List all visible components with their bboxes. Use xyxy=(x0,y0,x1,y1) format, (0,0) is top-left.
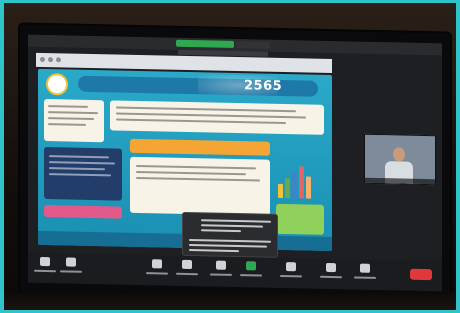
reactions-icon xyxy=(360,263,370,273)
popup-text-line xyxy=(189,239,271,243)
tv-stand xyxy=(4,292,456,310)
slide-panel xyxy=(44,204,122,219)
stop-share-button[interactable] xyxy=(236,41,270,49)
chart-bar xyxy=(278,183,283,199)
popup-text-line xyxy=(201,219,271,223)
slide-panel xyxy=(110,100,324,135)
participant-head xyxy=(393,147,405,162)
participant-video[interactable] xyxy=(364,133,436,186)
toolbar-label xyxy=(240,274,262,277)
microphone-icon xyxy=(40,256,50,267)
browser-dot xyxy=(56,57,61,63)
slide-panel xyxy=(130,138,270,156)
popup-text-line xyxy=(201,229,241,233)
slide-panel xyxy=(130,156,270,216)
chat-notification-popup[interactable] xyxy=(182,211,278,258)
toolbar-label xyxy=(320,275,342,279)
chart-bar xyxy=(306,176,311,199)
stop-video-button[interactable] xyxy=(60,257,82,279)
share-screen-icon xyxy=(246,261,256,271)
reactions-button[interactable] xyxy=(354,263,376,285)
slide-panel xyxy=(276,203,324,235)
toolbar-label xyxy=(34,269,56,273)
browser-dot xyxy=(48,57,53,63)
meeting-screen: 2565 xyxy=(28,34,442,292)
record-icon xyxy=(286,262,296,272)
meeting-toolbar xyxy=(28,252,442,292)
screen-share-indicator[interactable] xyxy=(176,39,234,48)
slide-panel xyxy=(44,146,122,201)
text-line xyxy=(48,117,94,121)
security-icon xyxy=(152,259,162,269)
toolbar-label xyxy=(146,272,168,275)
light-reflection xyxy=(198,74,278,96)
chat-icon xyxy=(216,260,226,270)
photo-frame: 2565 xyxy=(4,3,456,310)
text-line xyxy=(136,176,260,182)
text-line xyxy=(49,161,115,165)
slide-bar-chart xyxy=(276,162,316,199)
breakout-rooms-button[interactable] xyxy=(320,262,342,285)
end-meeting-button[interactable] xyxy=(410,268,432,281)
popup-text-line xyxy=(189,244,267,248)
text-line xyxy=(49,155,109,159)
text-line xyxy=(49,167,105,171)
popup-text-line xyxy=(189,249,239,253)
chart-bar xyxy=(292,172,297,199)
browser-dot xyxy=(40,56,45,63)
text-line xyxy=(48,111,98,115)
slide-panel xyxy=(44,98,104,143)
breakout-icon xyxy=(326,262,336,273)
participants-icon xyxy=(182,259,192,270)
chart-bar xyxy=(299,166,304,199)
toolbar-label xyxy=(280,274,302,278)
mute-button[interactable] xyxy=(34,256,56,279)
text-line xyxy=(116,112,306,119)
record-button[interactable] xyxy=(280,262,302,284)
toolbar-label xyxy=(176,272,198,276)
text-line xyxy=(116,106,296,113)
text-line xyxy=(48,105,88,108)
text-line xyxy=(49,173,111,177)
chat-button[interactable] xyxy=(210,260,232,282)
text-line xyxy=(48,123,86,126)
security-button[interactable] xyxy=(146,259,168,281)
chart-bar xyxy=(285,178,290,199)
text-line xyxy=(116,118,286,125)
popup-text-line xyxy=(201,224,263,228)
participant-name-bar xyxy=(365,177,435,185)
organization-logo xyxy=(46,73,68,96)
toolbar-label xyxy=(210,273,232,276)
text-line xyxy=(136,164,256,170)
text-line xyxy=(136,170,246,176)
toolbar-label xyxy=(354,276,376,279)
toolbar-label xyxy=(60,270,82,273)
share-screen-button[interactable] xyxy=(240,261,262,283)
television: 2565 xyxy=(20,24,450,302)
participants-button[interactable] xyxy=(176,259,198,282)
video-icon xyxy=(66,257,76,267)
